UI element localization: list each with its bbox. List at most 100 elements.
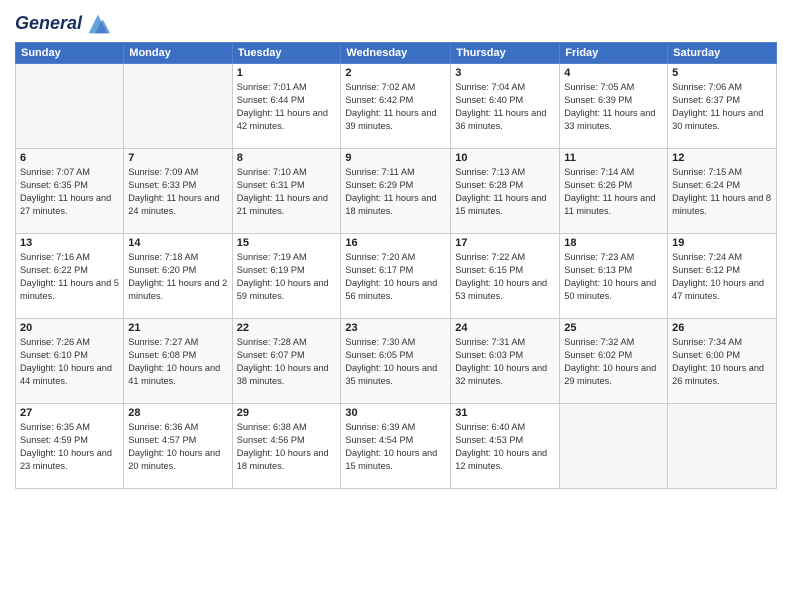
calendar-cell: 17Sunrise: 7:22 AMSunset: 6:15 PMDayligh… xyxy=(451,234,560,319)
day-number: 13 xyxy=(20,237,119,249)
day-number: 7 xyxy=(128,152,227,164)
day-number: 16 xyxy=(345,237,446,249)
calendar-cell: 27 Sunrise: 6:35 AMSunset: 4:59 PMDayligh… xyxy=(16,404,124,489)
calendar-cell xyxy=(124,64,232,149)
day-number: 4 xyxy=(564,67,663,79)
col-saturday: Saturday xyxy=(668,43,777,64)
calendar-header-row: Sunday Monday Tuesday Wednesday Thursday… xyxy=(16,43,777,64)
day-number: 23 xyxy=(345,322,446,334)
calendar-cell: 23 Sunrise: 7:30 AMSunset: 6:05 PMDayligh… xyxy=(341,319,451,404)
day-number: 29 xyxy=(237,407,337,419)
day-info: Sunrise: 7:13 AMSunset: 6:28 PMDaylight:… xyxy=(455,166,555,218)
calendar-cell: 11 Sunrise: 7:14 AMSunset: 6:26 PMDayligh… xyxy=(560,149,668,234)
day-info: Sunrise: 7:02 AMSunset: 6:42 PMDaylight:… xyxy=(345,81,446,133)
calendar-cell: 16Sunrise: 7:20 AMSunset: 6:17 PMDayligh… xyxy=(341,234,451,319)
day-number: 20 xyxy=(20,322,119,334)
logo-text: General xyxy=(15,14,82,34)
calendar-cell: 28Sunrise: 6:36 AMSunset: 4:57 PMDayligh… xyxy=(124,404,232,489)
calendar-cell: 12Sunrise: 7:15 AMSunset: 6:24 PMDayligh… xyxy=(668,149,777,234)
day-number: 30 xyxy=(345,407,446,419)
calendar-week-row: 6 Sunrise: 7:07 AMSunset: 6:35 PMDaylight… xyxy=(16,149,777,234)
calendar-cell xyxy=(668,404,777,489)
day-info: Sunrise: 6:35 AMSunset: 4:59 PMDaylight:… xyxy=(20,421,119,473)
calendar-cell: 14Sunrise: 7:18 AMSunset: 6:20 PMDayligh… xyxy=(124,234,232,319)
day-number: 8 xyxy=(237,152,337,164)
day-number: 1 xyxy=(237,67,337,79)
day-number: 2 xyxy=(345,67,446,79)
calendar-cell: 26 Sunrise: 7:34 AMSunset: 6:00 PMDayligh… xyxy=(668,319,777,404)
day-info: Sunrise: 7:14 AMSunset: 6:26 PMDaylight:… xyxy=(564,166,663,218)
day-info: Sunrise: 7:24 AMSunset: 6:12 PMDaylight:… xyxy=(672,251,772,303)
calendar-cell: 31 Sunrise: 6:40 AMSunset: 4:53 PMDayligh… xyxy=(451,404,560,489)
day-number: 28 xyxy=(128,407,227,419)
col-thursday: Thursday xyxy=(451,43,560,64)
calendar-cell: 19Sunrise: 7:24 AMSunset: 6:12 PMDayligh… xyxy=(668,234,777,319)
calendar-cell: 13 Sunrise: 7:16 AMSunset: 6:22 PMDayligh… xyxy=(16,234,124,319)
day-info: Sunrise: 6:38 AMSunset: 4:56 PMDaylight:… xyxy=(237,421,337,473)
calendar-cell: 25 Sunrise: 7:32 AMSunset: 6:02 PMDayligh… xyxy=(560,319,668,404)
day-info: Sunrise: 7:05 AMSunset: 6:39 PMDaylight:… xyxy=(564,81,663,133)
calendar-cell: 22 Sunrise: 7:28 AMSunset: 6:07 PMDayligh… xyxy=(232,319,341,404)
day-info: Sunrise: 7:10 AMSunset: 6:31 PMDaylight:… xyxy=(237,166,337,218)
day-info: Sunrise: 7:16 AMSunset: 6:22 PMDaylight:… xyxy=(20,251,119,303)
day-info: Sunrise: 7:04 AMSunset: 6:40 PMDaylight:… xyxy=(455,81,555,133)
day-number: 21 xyxy=(128,322,227,334)
day-info: Sunrise: 7:27 AMSunset: 6:08 PMDaylight:… xyxy=(128,336,227,388)
day-number: 5 xyxy=(672,67,772,79)
calendar-cell: 8 Sunrise: 7:10 AMSunset: 6:31 PMDaylight… xyxy=(232,149,341,234)
day-number: 22 xyxy=(237,322,337,334)
calendar-table: Sunday Monday Tuesday Wednesday Thursday… xyxy=(15,42,777,489)
calendar-week-row: 1 Sunrise: 7:01 AMSunset: 6:44 PMDaylight… xyxy=(16,64,777,149)
calendar-cell: 18Sunrise: 7:23 AMSunset: 6:13 PMDayligh… xyxy=(560,234,668,319)
day-info: Sunrise: 7:26 AMSunset: 6:10 PMDaylight:… xyxy=(20,336,119,388)
day-info: Sunrise: 7:34 AMSunset: 6:00 PMDaylight:… xyxy=(672,336,772,388)
col-tuesday: Tuesday xyxy=(232,43,341,64)
day-number: 25 xyxy=(564,322,663,334)
day-info: Sunrise: 7:23 AMSunset: 6:13 PMDaylight:… xyxy=(564,251,663,303)
day-info: Sunrise: 7:06 AMSunset: 6:37 PMDaylight:… xyxy=(672,81,772,133)
header: General xyxy=(15,10,777,34)
calendar-cell: 1 Sunrise: 7:01 AMSunset: 6:44 PMDaylight… xyxy=(232,64,341,149)
calendar-cell: 24 Sunrise: 7:31 AMSunset: 6:03 PMDayligh… xyxy=(451,319,560,404)
day-number: 10 xyxy=(455,152,555,164)
calendar-cell: 20 Sunrise: 7:26 AMSunset: 6:10 PMDayligh… xyxy=(16,319,124,404)
day-info: Sunrise: 7:01 AMSunset: 6:44 PMDaylight:… xyxy=(237,81,337,133)
calendar-cell: 30Sunrise: 6:39 AMSunset: 4:54 PMDayligh… xyxy=(341,404,451,489)
day-info: Sunrise: 7:30 AMSunset: 6:05 PMDaylight:… xyxy=(345,336,446,388)
day-number: 6 xyxy=(20,152,119,164)
day-info: Sunrise: 6:40 AMSunset: 4:53 PMDaylight:… xyxy=(455,421,555,473)
day-info: Sunrise: 7:19 AMSunset: 6:19 PMDaylight:… xyxy=(237,251,337,303)
calendar-cell: 3 Sunrise: 7:04 AMSunset: 6:40 PMDaylight… xyxy=(451,64,560,149)
calendar-cell: 5 Sunrise: 7:06 AMSunset: 6:37 PMDaylight… xyxy=(668,64,777,149)
calendar-cell xyxy=(560,404,668,489)
logo-icon xyxy=(84,10,112,38)
col-sunday: Sunday xyxy=(16,43,124,64)
calendar-cell: 10 Sunrise: 7:13 AMSunset: 6:28 PMDayligh… xyxy=(451,149,560,234)
day-info: Sunrise: 7:07 AMSunset: 6:35 PMDaylight:… xyxy=(20,166,119,218)
day-info: Sunrise: 7:31 AMSunset: 6:03 PMDaylight:… xyxy=(455,336,555,388)
day-info: Sunrise: 7:28 AMSunset: 6:07 PMDaylight:… xyxy=(237,336,337,388)
calendar-week-row: 20 Sunrise: 7:26 AMSunset: 6:10 PMDayligh… xyxy=(16,319,777,404)
day-number: 14 xyxy=(128,237,227,249)
day-number: 26 xyxy=(672,322,772,334)
calendar-cell: 2 Sunrise: 7:02 AMSunset: 6:42 PMDaylight… xyxy=(341,64,451,149)
col-wednesday: Wednesday xyxy=(341,43,451,64)
calendar-week-row: 27 Sunrise: 6:35 AMSunset: 4:59 PMDayligh… xyxy=(16,404,777,489)
page: General Sunday Monday Tuesday Wednes xyxy=(0,0,792,612)
col-monday: Monday xyxy=(124,43,232,64)
calendar-week-row: 13 Sunrise: 7:16 AMSunset: 6:22 PMDayligh… xyxy=(16,234,777,319)
day-info: Sunrise: 7:15 AMSunset: 6:24 PMDaylight:… xyxy=(672,166,772,218)
day-number: 24 xyxy=(455,322,555,334)
calendar-cell: 7Sunrise: 7:09 AMSunset: 6:33 PMDaylight… xyxy=(124,149,232,234)
day-number: 11 xyxy=(564,152,663,164)
col-friday: Friday xyxy=(560,43,668,64)
calendar-cell xyxy=(16,64,124,149)
day-number: 9 xyxy=(345,152,446,164)
calendar-cell: 9Sunrise: 7:11 AMSunset: 6:29 PMDaylight… xyxy=(341,149,451,234)
day-info: Sunrise: 7:32 AMSunset: 6:02 PMDaylight:… xyxy=(564,336,663,388)
day-number: 3 xyxy=(455,67,555,79)
day-number: 31 xyxy=(455,407,555,419)
day-number: 27 xyxy=(20,407,119,419)
calendar-cell: 4 Sunrise: 7:05 AMSunset: 6:39 PMDaylight… xyxy=(560,64,668,149)
calendar-cell: 21 Sunrise: 7:27 AMSunset: 6:08 PMDayligh… xyxy=(124,319,232,404)
